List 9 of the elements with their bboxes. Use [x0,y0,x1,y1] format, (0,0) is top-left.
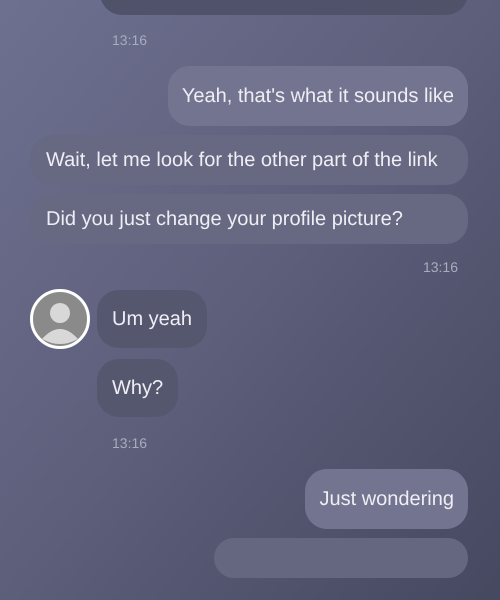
message-bubble: Um yeah [97,290,208,348]
message-bubble: Why? [97,359,178,417]
message-bubble: Just wondering [305,469,468,529]
message-time: 13:16 [112,435,148,451]
message-bubble: Yeah, that's what it sounds like [168,66,468,126]
message-time: 13:16 [422,259,458,275]
message-bubble: Wait, let me look for the other part of the link [30,135,468,185]
message-time: 13:16 [112,32,148,48]
message-bubble: Did you just change your profile picture? [30,194,468,244]
